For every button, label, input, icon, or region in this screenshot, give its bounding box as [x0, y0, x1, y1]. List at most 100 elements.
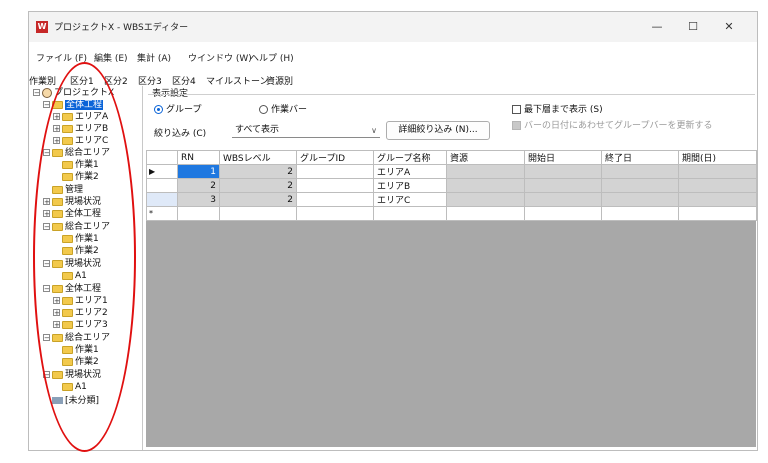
- cell-resource[interactable]: [446, 164, 525, 179]
- cell-duration[interactable]: [678, 206, 757, 221]
- column-header-resource[interactable]: 資源: [446, 150, 525, 165]
- tree-item[interactable]: 管理: [43, 184, 83, 196]
- new-row-marker[interactable]: *: [146, 206, 178, 221]
- table-row[interactable]: ▶ 1 2 エリアA: [146, 164, 757, 179]
- cell-group-name[interactable]: エリアA: [373, 164, 447, 179]
- collapse-icon[interactable]: −: [43, 149, 50, 157]
- radio-checked-icon[interactable]: [154, 105, 163, 114]
- column-header-rn[interactable]: RN: [177, 150, 220, 165]
- detail-filter-button[interactable]: 詳細絞り込み (N)...: [386, 121, 490, 140]
- checkbox-icon[interactable]: [512, 105, 521, 114]
- collapse-icon[interactable]: −: [43, 334, 50, 342]
- wbs-tree-panel[interactable]: − プロジェクトX − 全体工程 + エリアA + エリアB + エリアC − 総合エリア 作業1 作業…: [29, 86, 143, 450]
- tree-item[interactable]: 作業2: [53, 245, 99, 257]
- radio-group-option[interactable]: グループ: [154, 102, 201, 115]
- cell-group-name[interactable]: [373, 206, 447, 221]
- cell-wbs-level[interactable]: [219, 206, 297, 221]
- cell-wbs-level[interactable]: 2: [219, 164, 297, 179]
- tree-item[interactable]: − 総合エリア: [43, 147, 110, 159]
- cell-rn[interactable]: 2: [177, 178, 220, 193]
- tree-item[interactable]: + エリア3: [53, 319, 108, 331]
- column-header-duration[interactable]: 期間(日): [678, 150, 757, 165]
- cell-end-date[interactable]: [601, 206, 679, 221]
- menu-help[interactable]: ヘルプ (H): [250, 51, 294, 64]
- collapse-icon[interactable]: −: [33, 89, 40, 97]
- expand-icon[interactable]: +: [43, 198, 50, 206]
- expand-icon[interactable]: +: [53, 321, 60, 329]
- tree-item[interactable]: − 全体工程: [43, 283, 101, 295]
- cell-rn[interactable]: 1: [177, 164, 220, 179]
- cell-resource[interactable]: [446, 178, 525, 193]
- table-row[interactable]: 2 2 エリアB: [146, 178, 757, 193]
- bottom-level-checkbox[interactable]: 最下層まで表示 (S): [512, 102, 603, 115]
- tree-item[interactable]: + 現場状況: [43, 196, 101, 208]
- tree-item[interactable]: − 現場状況: [43, 258, 101, 270]
- radio-unchecked-icon[interactable]: [259, 105, 268, 114]
- table-row[interactable]: 3 2 エリアC: [146, 192, 757, 207]
- cell-rn[interactable]: 3: [177, 192, 220, 207]
- column-header-group-name[interactable]: グループ名称: [373, 150, 447, 165]
- tree-item[interactable]: A1: [53, 270, 87, 282]
- tree-item[interactable]: 作業1: [53, 344, 99, 356]
- tree-item[interactable]: 作業1: [53, 233, 99, 245]
- column-header-group-id[interactable]: グループID: [296, 150, 374, 165]
- tree-item[interactable]: 作業1: [53, 159, 99, 171]
- column-header-start-date[interactable]: 開始日: [524, 150, 602, 165]
- cell-group-id[interactable]: [296, 206, 374, 221]
- cell-group-id[interactable]: [296, 164, 374, 179]
- expand-icon[interactable]: +: [53, 125, 60, 133]
- row-header[interactable]: [146, 192, 178, 207]
- cell-wbs-level[interactable]: 2: [219, 192, 297, 207]
- cell-start-date[interactable]: [524, 206, 602, 221]
- tree-item[interactable]: 作業2: [53, 356, 99, 368]
- tree-item[interactable]: − 現場状況: [43, 369, 101, 381]
- cell-start-date[interactable]: [524, 164, 602, 179]
- cell-wbs-level[interactable]: 2: [219, 178, 297, 193]
- collapse-icon[interactable]: −: [43, 101, 50, 109]
- cell-start-date[interactable]: [524, 192, 602, 207]
- cell-start-date[interactable]: [524, 178, 602, 193]
- cell-duration[interactable]: [678, 178, 757, 193]
- tree-item[interactable]: + エリア1: [53, 295, 108, 307]
- cell-duration[interactable]: [678, 164, 757, 179]
- tree-item[interactable]: + エリアA: [53, 111, 108, 123]
- cell-resource[interactable]: [446, 192, 525, 207]
- close-button[interactable]: ✕: [720, 20, 738, 34]
- tree-item[interactable]: A1: [53, 381, 87, 393]
- cell-group-id[interactable]: [296, 178, 374, 193]
- collapse-icon[interactable]: −: [43, 285, 50, 293]
- tree-item[interactable]: − 全体工程: [43, 99, 104, 111]
- expand-icon[interactable]: +: [43, 210, 50, 218]
- row-header[interactable]: [146, 178, 178, 193]
- new-row[interactable]: *: [146, 206, 757, 221]
- tree-item[interactable]: + エリアC: [53, 135, 108, 147]
- minimize-button[interactable]: —: [648, 20, 666, 34]
- tree-item[interactable]: − 総合エリア: [43, 332, 110, 344]
- filter-select[interactable]: すべて表示 ∨: [232, 123, 380, 138]
- tree-item[interactable]: + エリア2: [53, 307, 108, 319]
- menu-edit[interactable]: 編集 (E): [94, 51, 128, 64]
- cell-group-name[interactable]: エリアC: [373, 192, 447, 207]
- expand-icon[interactable]: +: [53, 309, 60, 317]
- cell-group-name[interactable]: エリアB: [373, 178, 447, 193]
- cell-end-date[interactable]: [601, 178, 679, 193]
- tree-item[interactable]: − 総合エリア: [43, 221, 110, 233]
- collapse-icon[interactable]: −: [43, 223, 50, 231]
- cell-end-date[interactable]: [601, 192, 679, 207]
- tree-item[interactable]: + 全体工程: [43, 208, 101, 220]
- cell-rn[interactable]: [177, 206, 220, 221]
- tab-milestone[interactable]: マイルストーン: [206, 74, 269, 87]
- cell-duration[interactable]: [678, 192, 757, 207]
- collapse-icon[interactable]: −: [43, 371, 50, 379]
- menu-file[interactable]: ファイル (F): [36, 51, 87, 64]
- tab-by-resource[interactable]: 資源別: [266, 74, 293, 87]
- menu-window[interactable]: ウインドウ (W): [188, 51, 252, 64]
- row-marker-current-icon[interactable]: ▶: [146, 164, 178, 179]
- column-header-end-date[interactable]: 終了日: [601, 150, 679, 165]
- cell-end-date[interactable]: [601, 164, 679, 179]
- expand-icon[interactable]: +: [53, 137, 60, 145]
- column-header-wbs-level[interactable]: WBSレベル: [219, 150, 297, 165]
- tree-item[interactable]: + エリアB: [53, 123, 108, 135]
- cell-resource[interactable]: [446, 206, 525, 221]
- expand-icon[interactable]: +: [53, 297, 60, 305]
